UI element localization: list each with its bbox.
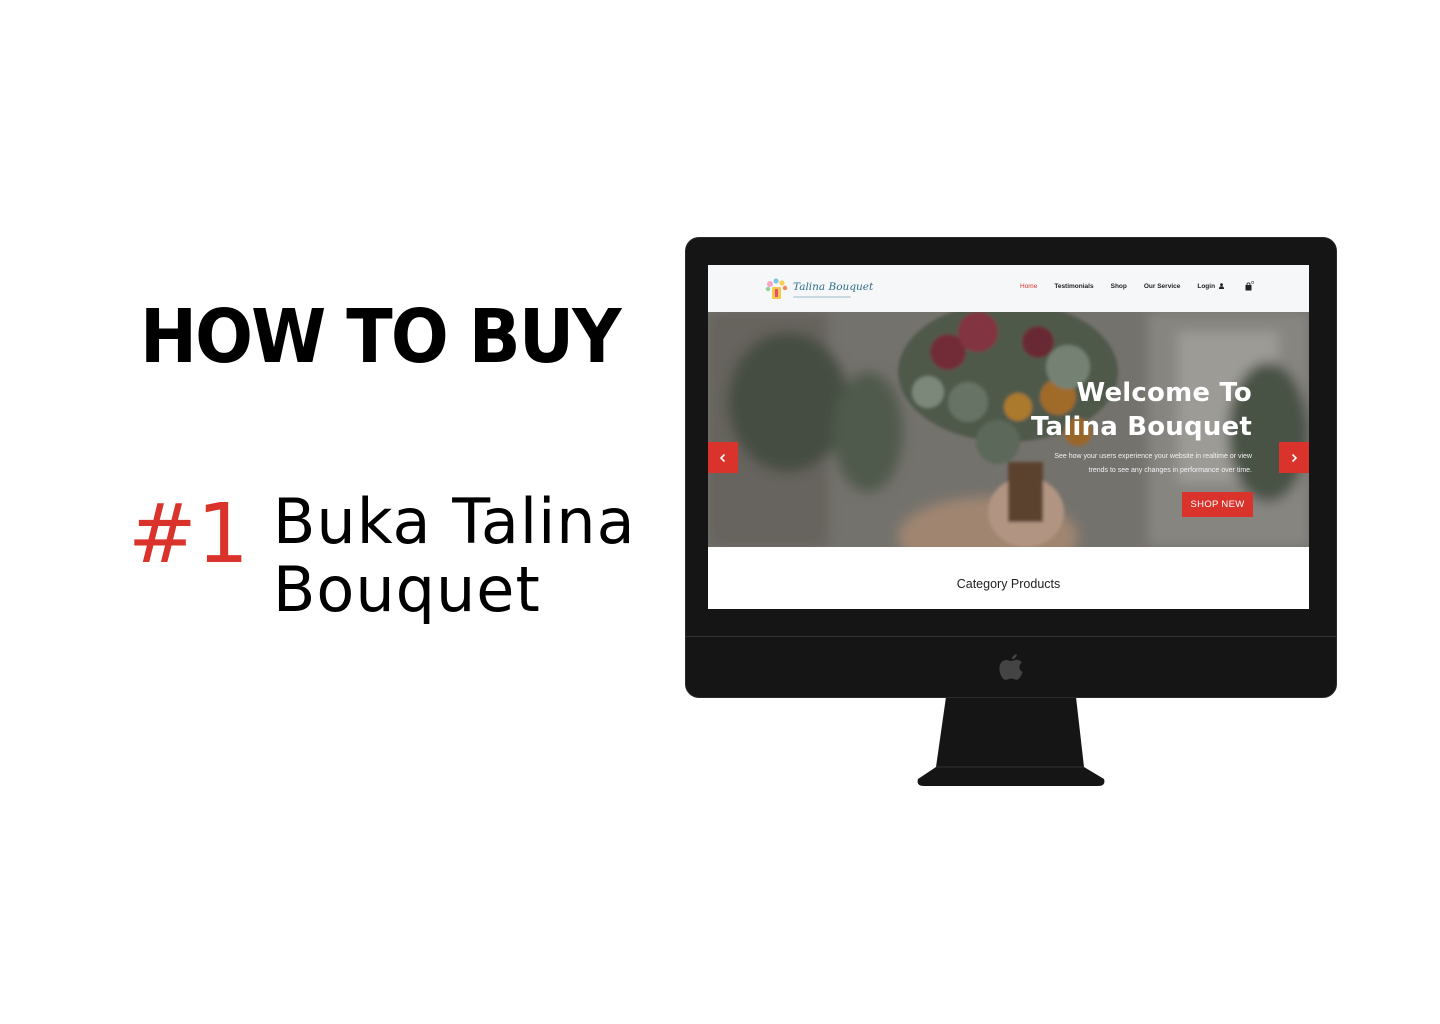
shop-new-button[interactable]: SHOP NEW bbox=[1182, 492, 1253, 517]
apple-logo-icon bbox=[999, 654, 1023, 680]
site-logo[interactable]: Talina Bouquet bbox=[764, 277, 873, 301]
nav-home[interactable]: Home bbox=[1020, 283, 1037, 290]
brand-name: Talina Bouquet bbox=[793, 280, 874, 293]
hero-subtitle-line-2: trends to see any changes in performance… bbox=[1088, 467, 1252, 474]
step-text-line-1: Buka Talina bbox=[272, 485, 636, 558]
step-text: Buka Talina Bouquet bbox=[273, 488, 636, 624]
shopping-bag-icon[interactable] bbox=[1244, 281, 1254, 291]
hero-subtitle-line-1: See how your users experience your websi… bbox=[1054, 453, 1252, 460]
nav-login[interactable]: Login bbox=[1197, 283, 1224, 290]
site-header: Talina Bouquet Home Testimonials Shop Ou… bbox=[708, 265, 1309, 312]
step-number: #1 bbox=[128, 487, 249, 582]
step-block: #1 Buka Talina Bouquet bbox=[128, 488, 636, 624]
monitor-chin-divider bbox=[686, 636, 1336, 637]
nav-shop[interactable]: Shop bbox=[1111, 283, 1127, 290]
nav-our-service[interactable]: Our Service bbox=[1144, 283, 1181, 290]
hero-title: Welcome To Talina Bouquet bbox=[1031, 376, 1252, 444]
carousel-next-button[interactable] bbox=[1279, 442, 1309, 473]
category-products-title: Category Products bbox=[956, 577, 1061, 591]
monitor-stand bbox=[917, 697, 1105, 786]
main-nav: Home Testimonials Shop Our Service Login bbox=[1020, 283, 1241, 290]
nav-testimonials[interactable]: Testimonials bbox=[1054, 283, 1093, 290]
hero-title-line-2: Talina Bouquet bbox=[1030, 412, 1252, 442]
carousel-prev-button[interactable] bbox=[708, 442, 738, 473]
website-screen: Talina Bouquet Home Testimonials Shop Ou… bbox=[708, 265, 1309, 609]
hero-subtitle: See how your users experience your websi… bbox=[1012, 450, 1252, 478]
page-heading: HOW TO BUY bbox=[140, 294, 622, 380]
hero-carousel: Welcome To Talina Bouquet See how your u… bbox=[708, 312, 1309, 547]
nav-login-label: Login bbox=[1197, 283, 1216, 290]
bouquet-logo-icon bbox=[765, 278, 788, 299]
hero-title-line-1: Welcome To bbox=[1076, 378, 1252, 408]
chevron-left-icon bbox=[719, 453, 726, 462]
brand-tagline-bar bbox=[793, 295, 851, 298]
chevron-right-icon bbox=[1291, 453, 1298, 462]
user-icon bbox=[1218, 283, 1224, 289]
step-text-line-2: Bouquet bbox=[272, 553, 541, 626]
